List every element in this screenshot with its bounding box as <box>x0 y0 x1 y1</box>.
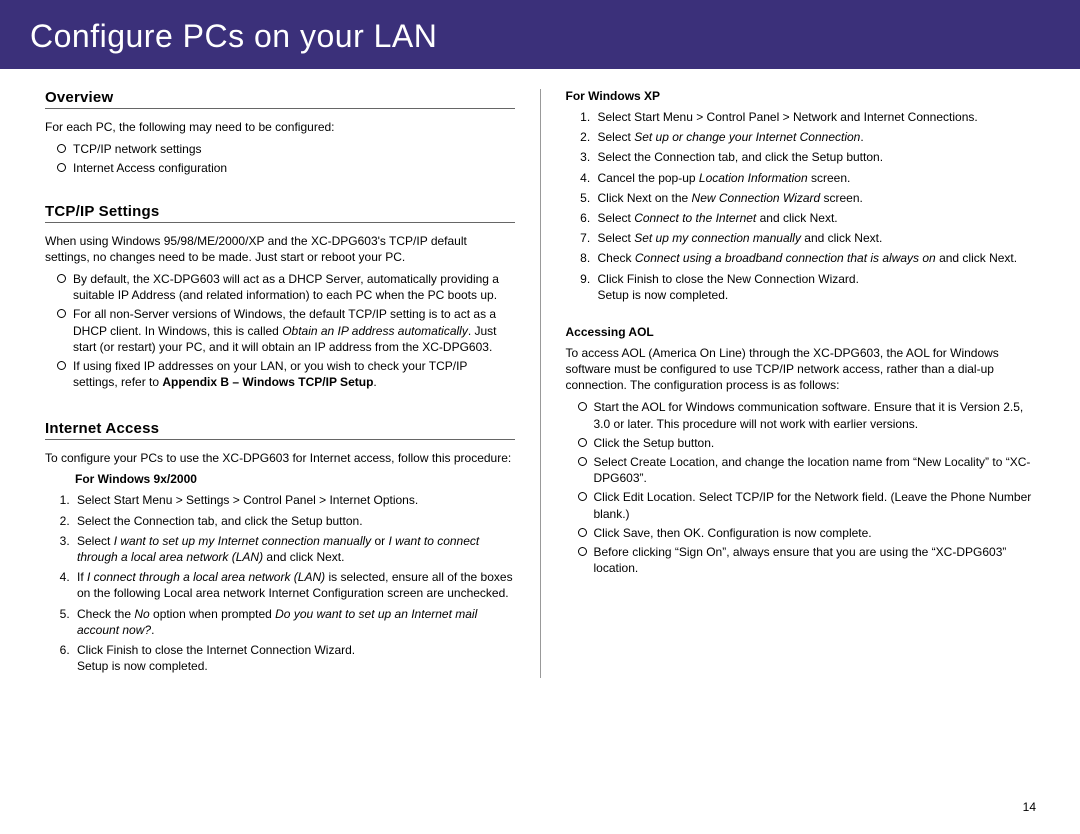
tcpip-heading: TCP/IP Settings <box>45 203 515 223</box>
list-item: Select Start Menu > Settings > Control P… <box>73 492 515 508</box>
list-item: Check the No option when prompted Do you… <box>73 606 515 638</box>
list-item: Click the Setup button. <box>594 435 1036 451</box>
win9x-block: For Windows 9x/2000 <box>45 472 515 486</box>
list-item: Select Start Menu > Control Panel > Netw… <box>594 109 1036 125</box>
list-item: Click Next on the New Connection Wizard … <box>594 190 1036 206</box>
winxp-steps: Select Start Menu > Control Panel > Netw… <box>566 109 1036 303</box>
list-item: Select Connect to the Internet and click… <box>594 210 1036 226</box>
list-item: Select Set up my connection manually and… <box>594 230 1036 246</box>
aol-list: Start the AOL for Windows communication … <box>566 399 1036 576</box>
win9x-heading: For Windows 9x/2000 <box>75 472 515 486</box>
list-item: Click Edit Location. Select TCP/IP for t… <box>594 489 1036 521</box>
tcpip-list: By default, the XC-DPG603 will act as a … <box>45 271 515 390</box>
left-column: Overview For each PC, the following may … <box>30 89 541 678</box>
win9x-steps: Select Start Menu > Settings > Control P… <box>45 492 515 674</box>
overview-intro: For each PC, the following may need to b… <box>45 119 515 135</box>
list-item: Check Connect using a broadband connecti… <box>594 250 1036 266</box>
list-item: Start the AOL for Windows communication … <box>594 399 1036 431</box>
list-item: By default, the XC-DPG603 will act as a … <box>73 271 515 303</box>
list-item: Internet Access configuration <box>73 160 515 176</box>
list-item: Click Save, then OK. Configuration is no… <box>594 525 1036 541</box>
winxp-heading: For Windows XP <box>566 89 1036 103</box>
list-item: Select Set up or change your Internet Co… <box>594 129 1036 145</box>
list-item: Before clicking “Sign On”, always ensure… <box>594 544 1036 576</box>
page-number: 14 <box>1023 800 1036 814</box>
aol-heading: Accessing AOL <box>566 325 1036 339</box>
list-item: Select the Connection tab, and click the… <box>594 149 1036 165</box>
page-header: Configure PCs on your LAN <box>0 0 1080 69</box>
overview-list: TCP/IP network settings Internet Access … <box>45 141 515 176</box>
list-item: If I connect through a local area networ… <box>73 569 515 601</box>
internet-intro: To configure your PCs to use the XC-DPG6… <box>45 450 515 466</box>
content-columns: Overview For each PC, the following may … <box>0 69 1080 678</box>
list-item: If using fixed IP addresses on your LAN,… <box>73 358 515 390</box>
list-item: Select I want to set up my Internet conn… <box>73 533 515 565</box>
internet-heading: Internet Access <box>45 420 515 440</box>
list-item: Click Finish to close the New Connection… <box>594 271 1036 303</box>
tcpip-intro: When using Windows 95/98/ME/2000/XP and … <box>45 233 515 265</box>
page-title: Configure PCs on your LAN <box>30 18 437 54</box>
list-item: Select the Connection tab, and click the… <box>73 513 515 529</box>
list-item: Select Create Location, and change the l… <box>594 454 1036 486</box>
list-item: TCP/IP network settings <box>73 141 515 157</box>
right-column: For Windows XP Select Start Menu > Contr… <box>541 89 1051 678</box>
list-item: Click Finish to close the Internet Conne… <box>73 642 515 674</box>
aol-intro: To access AOL (America On Line) through … <box>566 345 1036 394</box>
overview-heading: Overview <box>45 89 515 109</box>
list-item: For all non-Server versions of Windows, … <box>73 306 515 355</box>
list-item: Cancel the pop-up Location Information s… <box>594 170 1036 186</box>
